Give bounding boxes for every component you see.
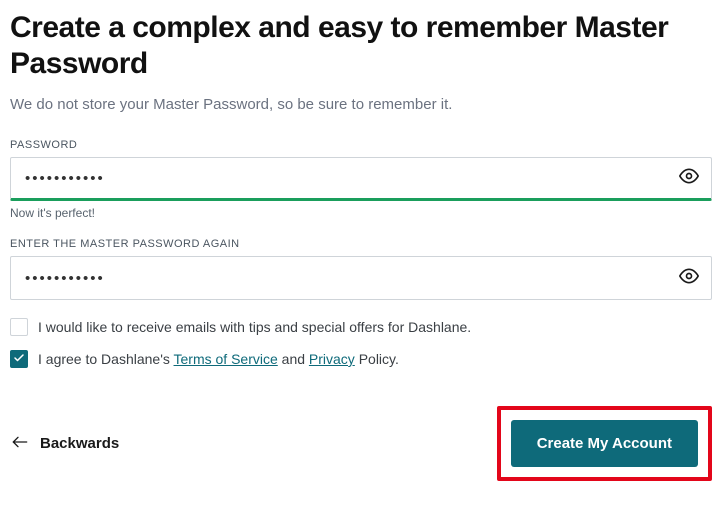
marketing-checkbox[interactable] [10,318,28,336]
backwards-label: Backwards [40,435,119,452]
cta-highlight: Create My Account [497,406,712,481]
terms-agree-row: I agree to Dashlane's Terms of Service a… [10,350,712,368]
confirm-password-input[interactable] [11,270,667,287]
terms-label: I agree to Dashlane's Terms of Service a… [38,351,399,367]
marketing-opt-in-row: I would like to receive emails with tips… [10,318,712,336]
confirm-password-input-container [10,256,712,300]
password-field: PASSWORD Now it's perfect! [10,139,712,220]
page-title: Create a complex and easy to remember Ma… [10,10,712,82]
password-input-container [10,157,712,201]
eye-icon [679,166,699,191]
toggle-confirm-visibility-button[interactable] [667,257,711,299]
marketing-label: I would like to receive emails with tips… [38,319,471,335]
privacy-link[interactable]: Privacy [309,351,355,367]
page-subtitle: We do not store your Master Password, so… [10,96,712,113]
terms-checkbox[interactable] [10,350,28,368]
eye-icon [679,266,699,291]
backwards-button[interactable]: Backwards [10,434,119,454]
terms-middle: and [278,351,309,367]
footer: Backwards Create My Account [10,406,712,481]
arrow-left-icon [10,434,30,454]
check-icon [13,351,25,367]
terms-of-service-link[interactable]: Terms of Service [174,351,278,367]
create-account-button[interactable]: Create My Account [511,420,698,467]
password-input[interactable] [11,170,667,187]
terms-prefix: I agree to Dashlane's [38,351,174,367]
confirm-password-field: ENTER THE MASTER PASSWORD AGAIN [10,238,712,300]
password-strength-message: Now it's perfect! [10,206,712,220]
confirm-password-label: ENTER THE MASTER PASSWORD AGAIN [10,238,712,250]
toggle-password-visibility-button[interactable] [667,158,711,198]
password-label: PASSWORD [10,139,712,151]
terms-suffix: Policy. [355,351,399,367]
